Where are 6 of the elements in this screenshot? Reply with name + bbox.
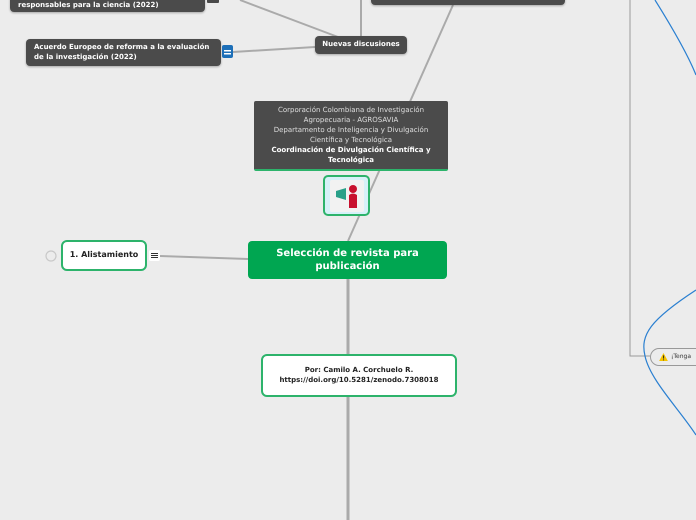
menu-icon[interactable] (149, 250, 160, 261)
collapse-icon[interactable] (45, 250, 57, 262)
document-icon (222, 45, 233, 58)
subtopic-node[interactable]: 1. Alistamiento (61, 240, 147, 271)
megaphone-person-icon (330, 180, 364, 212)
warning-icon (659, 353, 668, 361)
